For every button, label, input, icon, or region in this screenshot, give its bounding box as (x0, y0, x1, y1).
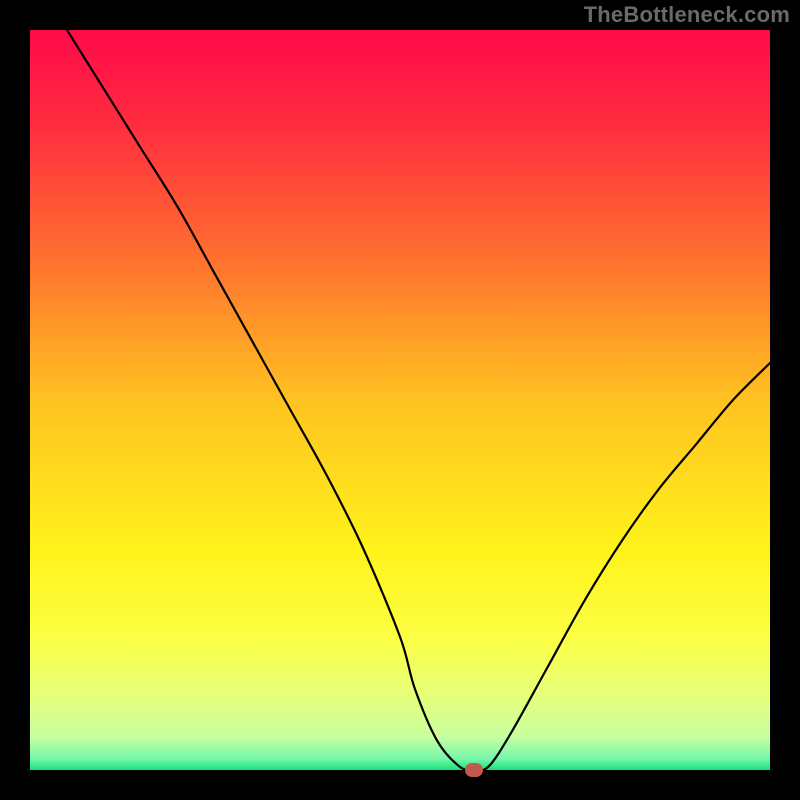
chart-frame: TheBottleneck.com (0, 0, 800, 800)
bottleneck-chart (30, 30, 770, 770)
watermark-text: TheBottleneck.com (584, 2, 790, 28)
optimal-marker (465, 763, 483, 777)
gradient-backdrop (30, 30, 770, 770)
